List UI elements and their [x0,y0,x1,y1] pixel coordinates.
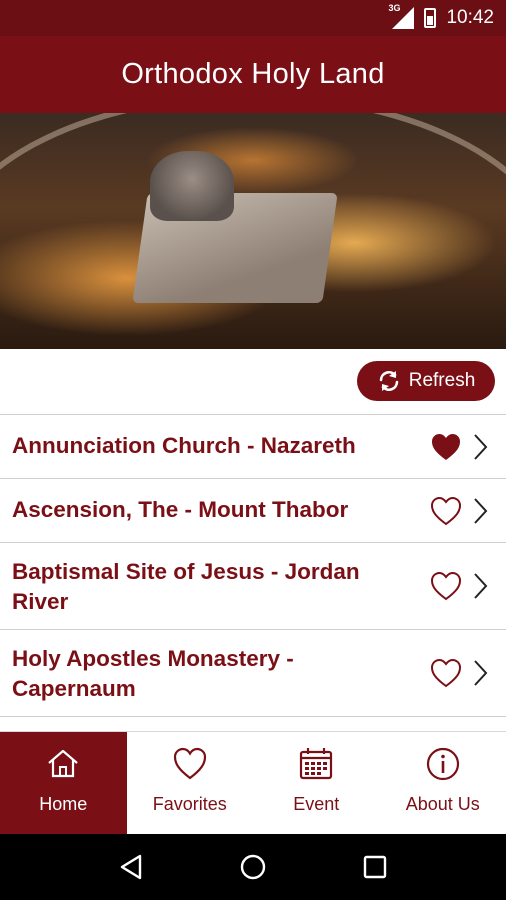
nav-home[interactable]: Home [0,732,127,834]
chevron-right-icon[interactable] [470,432,490,462]
refresh-icon [379,371,399,391]
list-item-title: Holy Apostles Monastery - Capernaum [12,646,294,701]
list-item-title: Ascension, The - Mount Thabor [12,497,349,522]
page-title: Orthodox Holy Land [121,58,385,90]
list-item[interactable]: Ascension, The - Mount Thabor [0,479,506,543]
info-icon [426,747,459,781]
chevron-right-icon[interactable] [470,571,490,601]
favorite-outline-icon[interactable] [430,658,462,688]
home-icon [48,749,78,778]
refresh-button[interactable]: Refresh [357,361,495,401]
back-icon[interactable] [116,852,146,882]
hero-edicule-dome [150,151,234,221]
app-bar: Orthodox Holy Land [0,36,506,113]
list-item-title: Annunciation Church - Nazareth [12,433,356,458]
recents-icon[interactable] [360,852,390,882]
nav-favorites[interactable]: Favorites [127,732,254,834]
favorite-filled-icon[interactable] [430,432,462,462]
hero-image [0,113,506,349]
favorite-outline-icon[interactable] [430,496,462,526]
system-nav-bar [0,834,506,900]
chevron-right-icon[interactable] [470,658,490,688]
list-item[interactable]: Baptismal Site of Jesus - Jordan River [0,543,506,630]
nav-label: Event [293,794,340,814]
home-circle-icon[interactable] [238,852,268,882]
nav-label: Favorites [152,794,227,814]
holy-sites-list: Annunciation Church - Nazareth Ascension… [0,414,506,730]
nav-event[interactable]: Event [253,732,380,834]
favorite-outline-icon[interactable] [430,571,462,601]
refresh-label: Refresh [408,370,476,391]
list-item[interactable]: Holy Apostles Monastery - Capernaum [0,630,506,717]
status-bar: 3G 10:42 [0,0,506,36]
battery-icon [424,8,437,28]
heart-icon [173,747,206,780]
bottom-nav: Home Favorites Event About Us [0,731,506,834]
nav-label: About Us [405,794,480,814]
nav-label: Home [39,794,88,814]
network-label: 3G [388,3,401,13]
status-time: 10:42 [446,7,494,28]
nav-about-us[interactable]: About Us [380,732,506,834]
list-item-title: Baptismal Site of Jesus - Jordan River [12,559,360,614]
chevron-right-icon[interactable] [470,496,490,526]
list-item[interactable]: Annunciation Church - Nazareth [0,415,506,479]
refresh-row: Refresh [0,349,506,414]
calendar-icon [300,748,333,780]
signal-icon: 3G [388,3,415,29]
